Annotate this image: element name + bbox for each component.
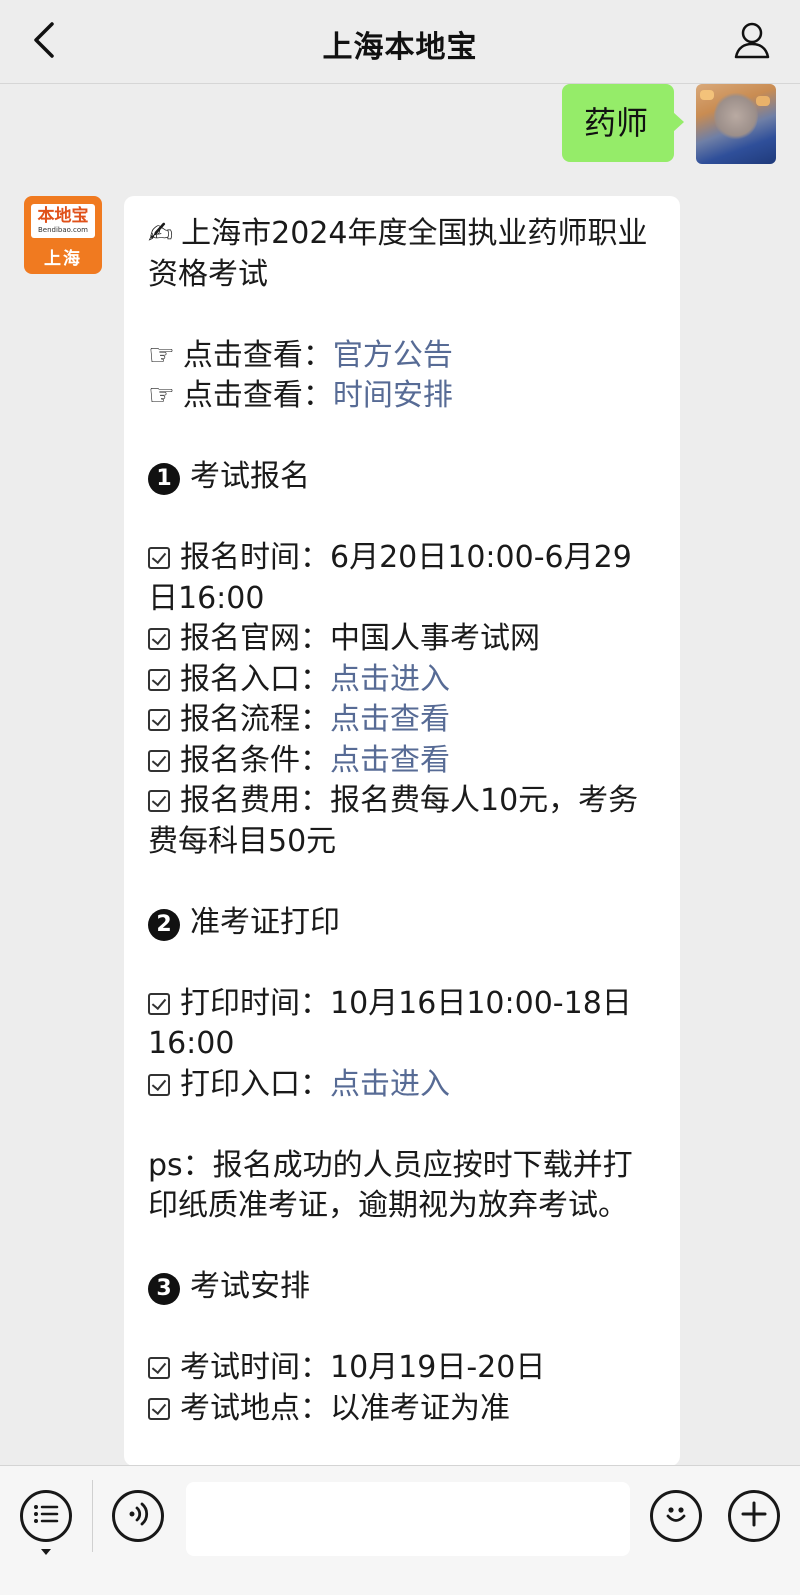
register-entry-link[interactable]: 点击进入 — [330, 662, 450, 697]
message-input[interactable] — [186, 1482, 630, 1556]
item-label: 考试地点： — [180, 1390, 330, 1426]
item-label: 报名费用： — [180, 783, 330, 818]
official-notice-link[interactable]: 官方公告 — [333, 338, 453, 373]
person-icon — [732, 20, 772, 64]
section-heading: 2 准考证打印 — [148, 903, 658, 944]
pointing-hand-icon: ☞ — [148, 337, 175, 373]
profile-button[interactable] — [730, 20, 774, 64]
checkbox-icon — [148, 749, 170, 772]
menu-caret-icon — [41, 1549, 51, 1555]
section-heading: 3 考试安排 — [148, 1267, 658, 1308]
item-label: 报名时间： — [180, 540, 330, 575]
item-value: 中国人事考试网 — [330, 621, 540, 656]
view-label: 点击查看： — [182, 378, 333, 413]
number-2-icon: 2 — [148, 908, 180, 941]
smiley-icon — [660, 1498, 692, 1534]
message-title-text: 上海市2024年度全国执业药师职业资格考试 — [148, 216, 648, 292]
user-avatar[interactable] — [696, 84, 776, 164]
info-item: 打印时间：10月16日10:00-18日16:00 — [148, 984, 658, 1065]
bot-avatar[interactable]: 本地宝 Bendibao.com 上海 — [24, 196, 102, 274]
avatar-detail — [756, 96, 770, 106]
checkbox-icon — [148, 1397, 170, 1420]
checkbox-icon — [148, 709, 170, 731]
print-entry-link[interactable]: 点击进入 — [330, 1067, 450, 1102]
input-toolbar — [0, 1465, 800, 1595]
info-item: 报名入口：点击进入 — [148, 660, 658, 701]
bendibao-logo: 本地宝 Bendibao.com — [31, 204, 95, 238]
info-item: 报名官网：中国人事考试网 — [148, 619, 658, 660]
item-label: 报名流程： — [180, 702, 330, 737]
plus-icon — [740, 1500, 768, 1532]
chat-title: 上海本地宝 — [322, 30, 478, 65]
toolbar-divider — [92, 1480, 93, 1552]
register-conditions-link[interactable]: 点击查看 — [330, 743, 450, 778]
item-label: 报名入口： — [180, 661, 330, 697]
avatar-blur — [714, 92, 758, 140]
section-heading-text: 考试报名 — [190, 459, 310, 494]
checkbox-icon — [148, 790, 170, 812]
section-heading-text: 考试安排 — [190, 1269, 310, 1304]
checkbox-icon — [148, 992, 170, 1015]
checkbox-icon — [148, 668, 170, 691]
info-item: 报名流程：点击查看 — [148, 700, 658, 741]
number-3-icon: 3 — [148, 1273, 180, 1305]
info-item: 打印入口：点击进入 — [148, 1065, 658, 1106]
section-heading: 1 考试报名 — [148, 457, 658, 498]
schedule-link[interactable]: 时间安排 — [333, 378, 453, 413]
info-item: 考试地点：以准考证为准 — [148, 1389, 658, 1430]
logo-url-text: Bendibao.com — [37, 226, 88, 234]
bot-message-bubble[interactable]: ✍ 上海市2024年度全国执业药师职业资格考试 ☞ 点击查看：官方公告 ☞ 点击查看：… — [124, 196, 680, 1466]
view-link-row: ☞ 点击查看：官方公告 — [148, 336, 658, 377]
pointing-hand-icon: ☞ — [148, 378, 175, 413]
register-process-link[interactable]: 点击查看 — [330, 702, 450, 737]
info-item: 报名条件：点击查看 — [148, 741, 658, 782]
menu-button[interactable] — [20, 1490, 72, 1542]
view-label: 点击查看： — [182, 337, 333, 373]
ps-note: ps：报名成功的人员应按时下载并打印纸质准考证，逾期视为放弃考试。 — [148, 1147, 633, 1224]
checkbox-icon — [148, 628, 170, 650]
voice-button[interactable] — [112, 1490, 164, 1542]
item-label: 考试时间： — [180, 1350, 330, 1385]
user-message-bubble[interactable]: 药师 — [562, 84, 684, 162]
logo-main-text: 本地宝 — [37, 206, 89, 226]
list-menu-icon — [32, 1502, 60, 1530]
nav-bar: 上海本地宝 — [0, 0, 800, 84]
more-button[interactable] — [728, 1490, 780, 1542]
writing-hand-icon: ✍ — [148, 216, 174, 251]
number-1-icon: 1 — [148, 463, 180, 495]
avatar-detail — [700, 90, 714, 100]
info-item: 考试时间：10月19日-20日 — [148, 1348, 658, 1389]
logo-city-text: 上海 — [44, 249, 82, 269]
message-title: ✍ 上海市2024年度全国执业药师职业资格考试 — [148, 214, 658, 295]
item-label: 打印入口： — [180, 1066, 330, 1102]
item-label: 报名条件： — [180, 742, 330, 778]
item-label: 报名官网： — [180, 621, 330, 656]
checkbox-icon — [148, 1357, 170, 1379]
info-item: 报名费用：报名费每人10元，考务费每科目50元 — [148, 781, 658, 862]
emoji-button[interactable] — [650, 1490, 702, 1542]
section-heading-text: 准考证打印 — [190, 904, 340, 940]
item-value: 以准考证为准 — [330, 1390, 510, 1426]
item-value: 10月19日-20日 — [330, 1350, 546, 1385]
user-message-row: 药师 — [0, 84, 800, 174]
voice-icon — [123, 1499, 153, 1533]
item-label: 打印时间： — [180, 985, 330, 1021]
view-link-row: ☞ 点击查看：时间安排 — [148, 376, 658, 417]
checkbox-icon — [148, 1073, 170, 1096]
checkbox-icon — [148, 547, 170, 569]
info-item: 报名时间：6月20日10:00-6月29日16:00 — [148, 538, 658, 619]
